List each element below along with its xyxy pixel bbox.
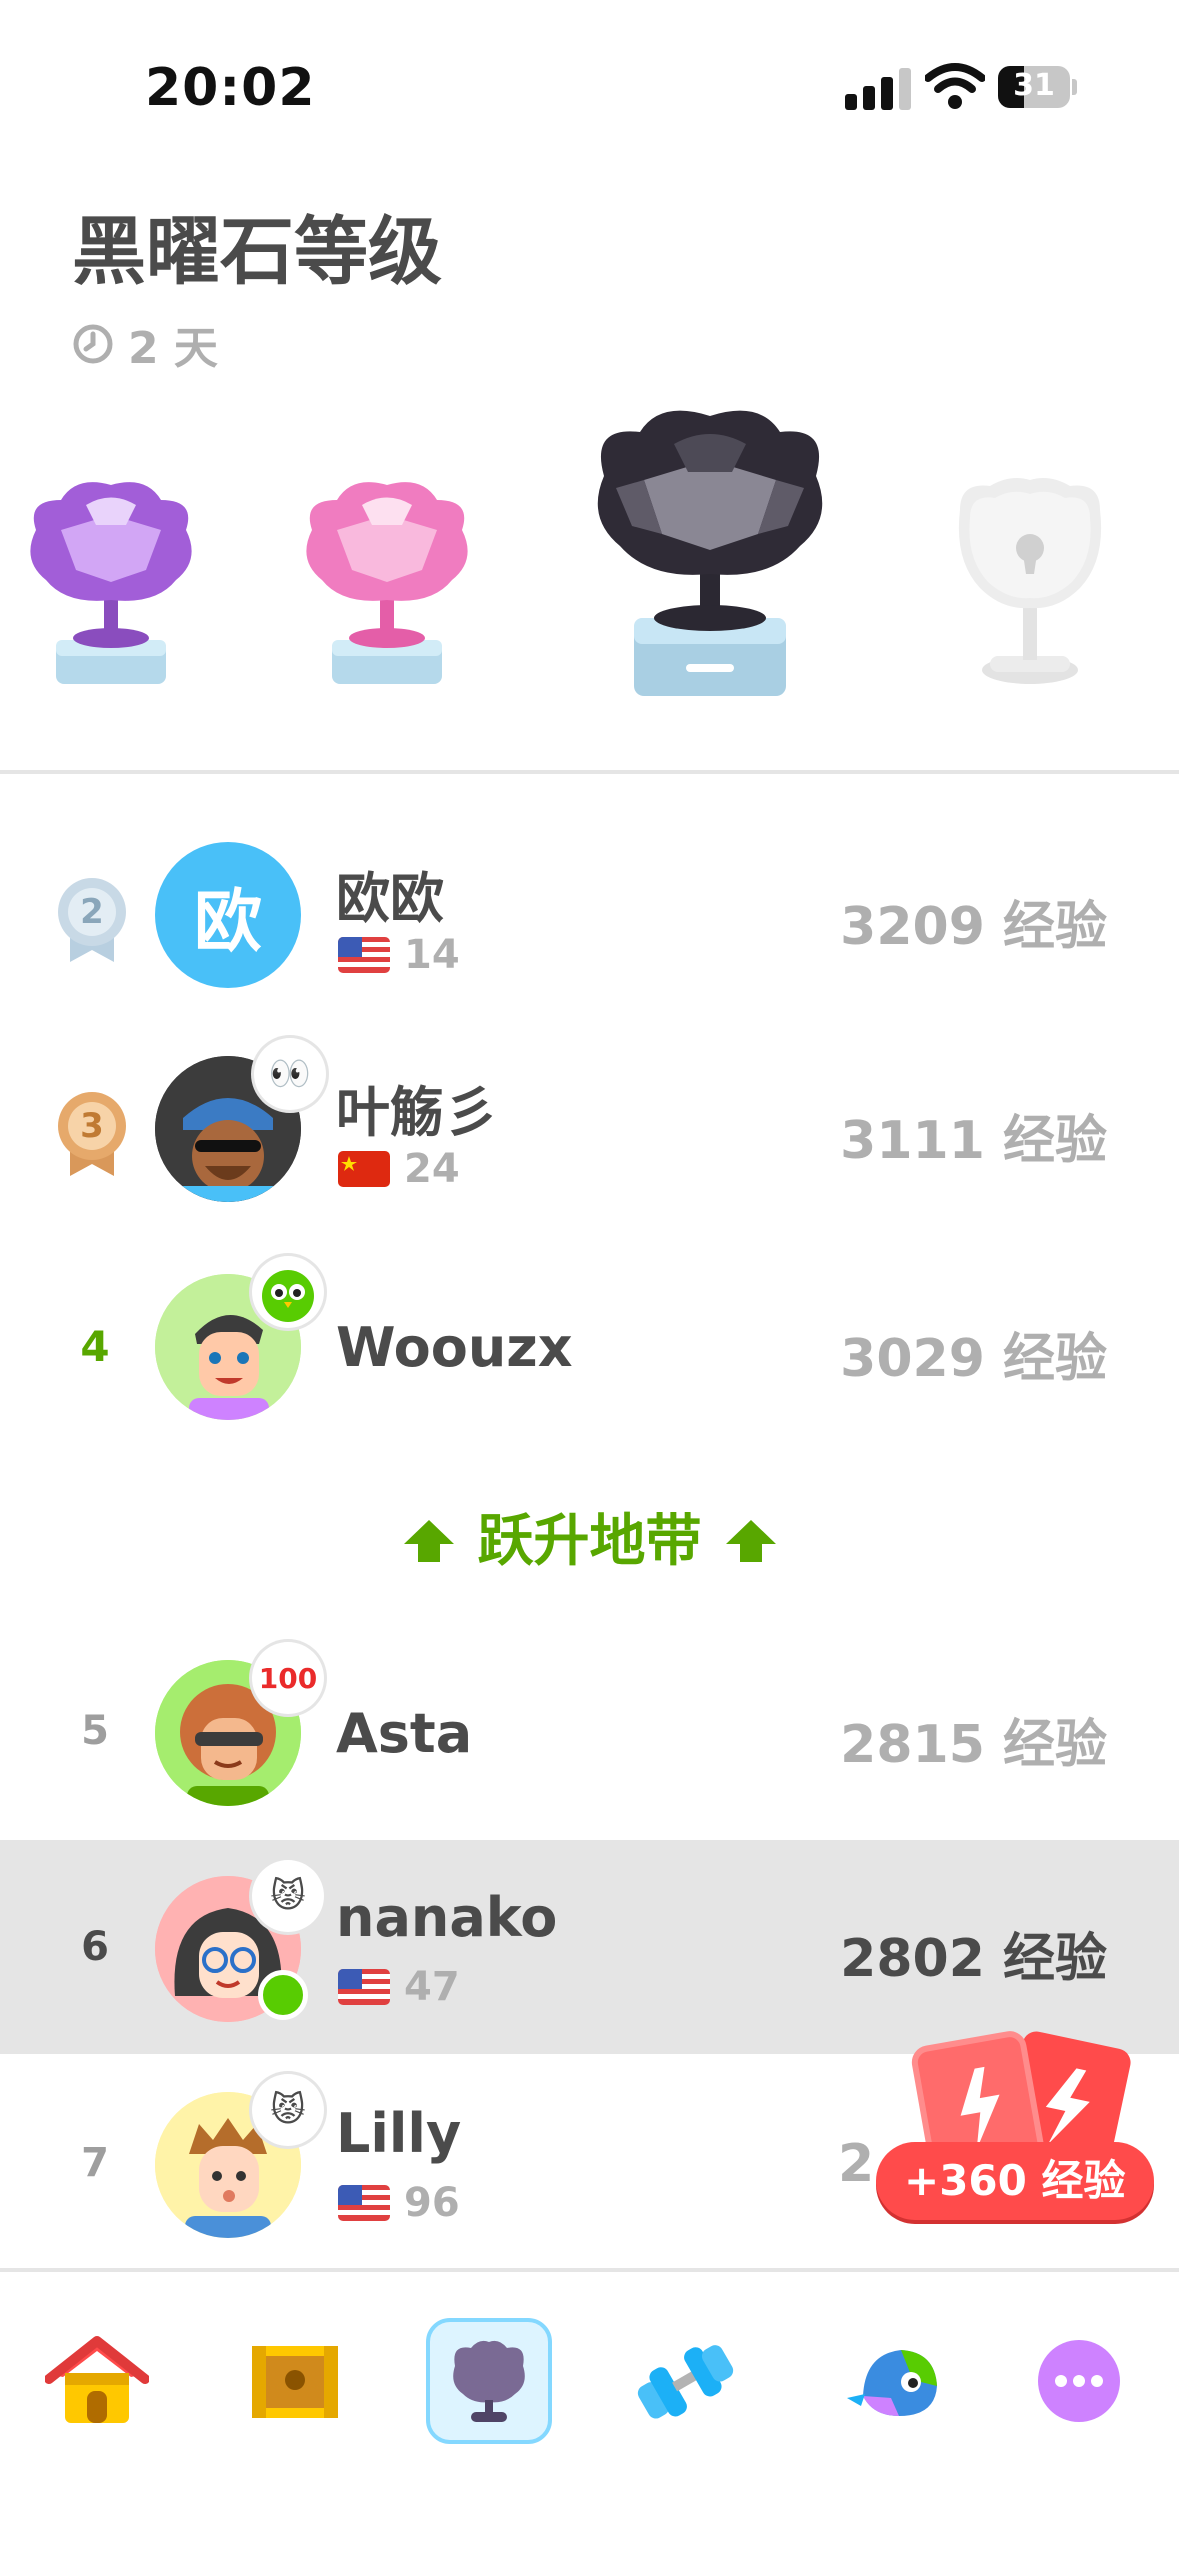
rank-number: 4 [80, 1322, 110, 1371]
avatar-initial: 欧 [193, 882, 262, 962]
cellular-signal-icon [845, 68, 911, 110]
nav-home[interactable] [34, 2318, 160, 2444]
rank-number: 6 [81, 1924, 109, 1970]
streak-count: 47 [404, 1964, 460, 2010]
eyes-icon: 👀 [254, 1038, 326, 1110]
us-flag-icon [338, 937, 390, 973]
leaderboard-row[interactable]: 5 100 Asta 2815 经验 [0, 1624, 1179, 1838]
avatar[interactable]: 欧 [155, 842, 301, 988]
rank-number: 2 [80, 892, 104, 932]
leaderboard-row[interactable]: 3 👀 叶觞彡 24 3111 经验 [0, 1022, 1179, 1236]
user-name: 叶觞彡 [336, 1081, 498, 1144]
user-name: Lilly [336, 2102, 462, 2165]
obsidian-trophy-icon[interactable] [582, 396, 838, 706]
us-flag-icon [338, 1969, 390, 2005]
nav-more[interactable] [1016, 2318, 1142, 2444]
xp-value: 3029 经验 [840, 1329, 1107, 1389]
rank-number: 7 [81, 2140, 109, 2186]
us-flag-icon [338, 2185, 390, 2221]
practice-icon [637, 2345, 734, 2419]
section-divider [0, 770, 1179, 774]
leaderboard-row[interactable]: 4 Woouzx 3029 经验 [0, 1238, 1179, 1452]
user-meta: 24 [338, 1146, 460, 1192]
user-name: 欧欧 [336, 867, 444, 930]
time-remaining-label: 2 天 [128, 323, 218, 374]
user-name: Woouzx [336, 1316, 573, 1379]
streak-count: 14 [404, 932, 460, 978]
xp-value: 3111 经验 [840, 1111, 1107, 1171]
time-remaining: 2 天 [72, 312, 218, 376]
home-icon [45, 2336, 149, 2423]
promotion-zone-label: 跃升地带 [477, 1509, 702, 1574]
xp-boost-label[interactable]: +360 经验 [876, 2142, 1154, 2220]
nav-leagues[interactable] [426, 2318, 552, 2444]
rank-number: 5 [81, 1708, 109, 1754]
xp-value: 2815 经验 [840, 1715, 1107, 1775]
user-meta: 14 [338, 932, 460, 978]
battery-level: 31 [1013, 68, 1055, 103]
rank-number: 3 [80, 1106, 104, 1146]
online-status-icon [258, 1970, 308, 2020]
leaderboard-row[interactable]: 2 欧 欧欧 14 3209 经验 [0, 808, 1179, 1022]
wifi-icon [925, 63, 985, 109]
cat-icon: 😾 [252, 2074, 324, 2146]
duo-icon [252, 1256, 324, 1328]
cn-flag-icon [338, 1151, 390, 1187]
xp-value: 3209 经验 [840, 897, 1107, 957]
pearl-trophy-icon[interactable] [292, 470, 482, 700]
hundred-points-icon: 100 [252, 1642, 324, 1714]
user-meta: 96 [338, 2180, 460, 2226]
leagues-icon [453, 2340, 525, 2422]
nav-chest[interactable] [232, 2318, 358, 2444]
user-name: Asta [336, 1702, 473, 1765]
bottom-navigation [0, 2268, 1179, 2560]
promotion-zone: 跃升地带 [0, 1496, 1179, 1577]
nav-practice[interactable] [622, 2318, 748, 2444]
league-title: 黑曜石等级 [72, 209, 442, 295]
xp-value: 2802 经验 [840, 1929, 1107, 1989]
more-icon [1038, 2340, 1120, 2422]
timer-icon [73, 324, 113, 364]
user-meta: 47 [338, 1964, 460, 2010]
user-name: nanako [336, 1886, 558, 1949]
battery-icon: 31 [998, 66, 1078, 108]
locked-trophy-icon[interactable] [940, 470, 1120, 700]
amethyst-trophy-icon[interactable] [16, 470, 206, 700]
arrow-up-icon [403, 1520, 454, 1562]
chest-icon [252, 2346, 338, 2418]
nav-characters[interactable] [832, 2318, 958, 2444]
cat-icon: 😾 [252, 1860, 324, 1932]
arrow-up-icon [725, 1520, 776, 1562]
characters-icon [847, 2350, 937, 2416]
streak-count: 96 [404, 2180, 460, 2226]
status-time: 20:02 [145, 58, 316, 118]
streak-count: 24 [404, 1146, 460, 1192]
